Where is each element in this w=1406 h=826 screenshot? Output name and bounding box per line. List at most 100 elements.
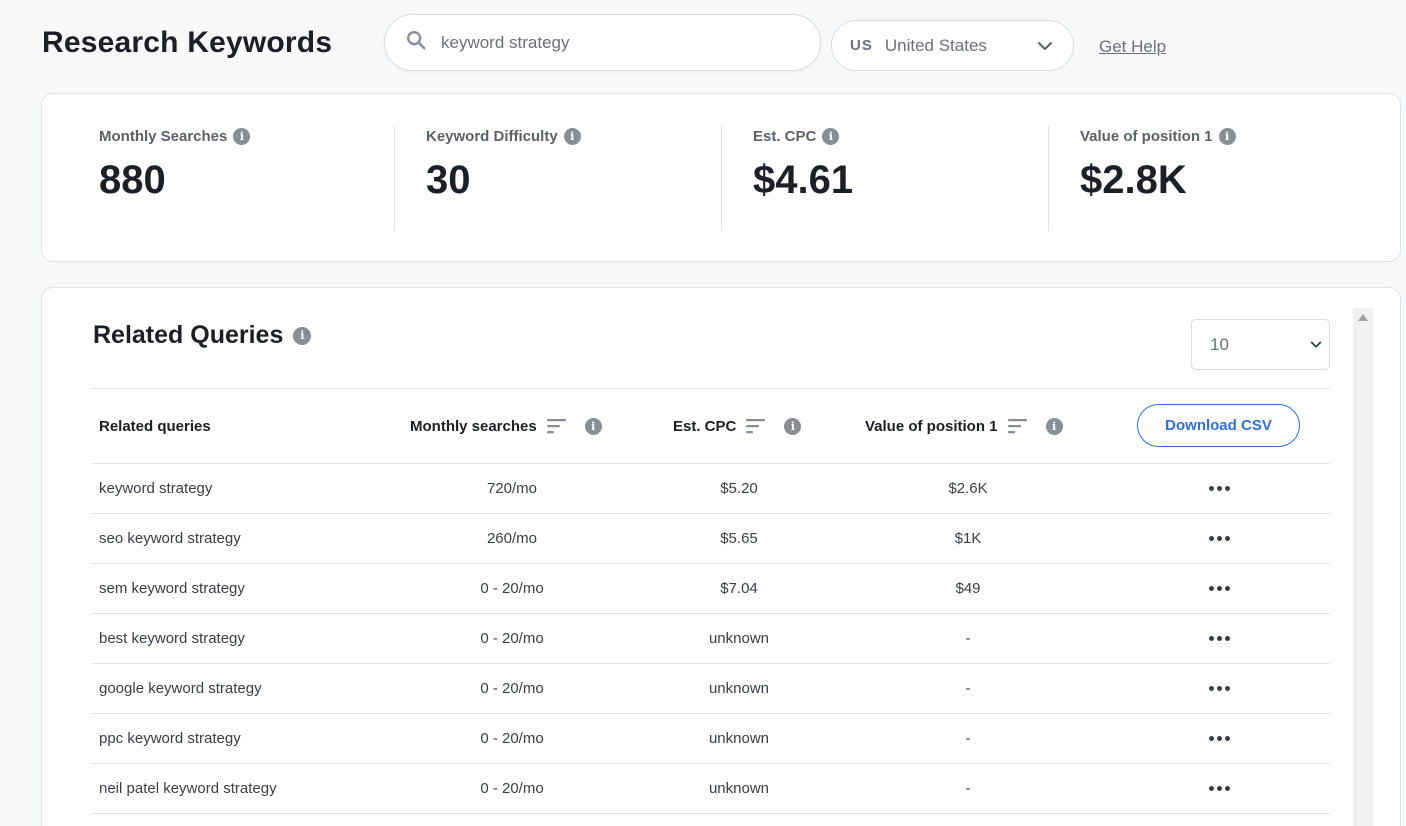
table-header: Related queries Monthly searches i Est. … [92,388,1330,464]
column-header-searches[interactable]: Monthly searches i [410,389,602,463]
column-header-query: Related queries [99,389,211,463]
cell-value: - [965,680,971,697]
table-row: best keyword strategy 0 - 20/mo unknown - [92,614,1330,664]
country-code: US [850,37,873,54]
sort-icon[interactable] [546,418,567,434]
table-row: seo keyword strategy 260/mo $5.65 $1K [92,514,1330,564]
metric-value: 30 [426,158,471,202]
divider [721,126,722,231]
more-dots-icon [1208,786,1230,791]
divider [394,126,395,231]
cell-searches: 260/mo [486,530,538,547]
info-icon[interactable]: i [1045,417,1063,435]
info-icon[interactable]: i [293,326,312,345]
cell-cpc: $5.20 [720,480,758,497]
metric-keyword-difficulty: Keyword Difficulty i 30 [426,126,581,231]
search-input[interactable] [441,32,781,53]
cell-query: google keyword strategy [99,680,262,697]
related-queries-table: Related queries Monthly searches i Est. … [92,388,1330,814]
cell-searches: 0 - 20/mo [480,680,544,697]
more-options-button[interactable] [1202,714,1236,763]
cell-cpc: $5.65 [720,530,758,547]
column-label: Monthly searches [410,417,537,435]
column-header-cpc[interactable]: Est. CPC i [673,389,802,463]
cell-value: $1K [954,530,982,547]
cell-query: best keyword strategy [99,630,245,647]
info-icon[interactable]: i [563,127,581,145]
more-dots-icon [1208,586,1230,591]
more-options-button[interactable] [1202,764,1236,813]
cell-searches: 0 - 20/mo [480,730,544,747]
metric-label: Value of position 1 [1080,127,1213,145]
metric-monthly-searches: Monthly Searches i 880 [99,126,251,231]
cell-searches: 0 - 20/mo [480,630,544,647]
more-options-button[interactable] [1202,614,1236,663]
scroll-up-arrow-icon[interactable] [1358,314,1368,321]
cell-value: - [965,630,971,647]
more-dots-icon [1208,736,1230,741]
cell-value: $49 [955,580,981,597]
cell-query: keyword strategy [99,480,213,497]
cell-query: seo keyword strategy [99,530,241,547]
cell-cpc: unknown [708,680,770,697]
cell-searches: 0 - 20/mo [480,580,544,597]
scrollbar[interactable] [1353,308,1373,826]
column-header-value[interactable]: Value of position 1 i [865,389,1063,463]
related-queries-card: Related Queries i 10 Related queries Mon… [41,287,1401,826]
section-title: Related Queries [93,321,284,349]
cell-value: - [965,780,971,797]
get-help-link[interactable]: Get Help [1099,37,1166,57]
metrics-card: Monthly Searches i 880 Keyword Difficulty… [41,93,1401,262]
table-body: keyword strategy 720/mo $5.20 $2.6K seo keyw… [92,464,1330,814]
page-title: Research Keywords [42,26,333,59]
column-label: Value of position 1 [865,417,998,435]
chevron-down-icon [1310,341,1322,348]
cell-query: ppc keyword strategy [99,730,241,747]
table-row: google keyword strategy 0 - 20/mo unknown - [92,664,1330,714]
more-dots-icon [1208,486,1230,491]
metric-value: $4.61 [753,158,854,202]
column-label: Est. CPC [673,417,737,435]
info-icon[interactable]: i [1218,127,1236,145]
divider [1048,126,1049,231]
page-size-select[interactable]: 10 [1191,319,1330,370]
country-name: United States [884,35,987,55]
info-icon[interactable]: i [233,127,251,145]
metric-value: 880 [99,158,166,202]
more-dots-icon [1208,686,1230,691]
cell-value: $2.6K [948,480,988,497]
cell-value: - [965,730,971,747]
more-options-button[interactable] [1202,514,1236,563]
table-row: sem keyword strategy 0 - 20/mo $7.04 $49 [92,564,1330,614]
info-icon[interactable]: i [584,417,602,435]
cell-cpc: unknown [708,780,770,797]
metric-value-position-1: Value of position 1 i $2.8K [1080,126,1236,231]
cell-query: sem keyword strategy [99,580,245,597]
table-row: neil patel keyword strategy 0 - 20/mo unkn… [92,764,1330,814]
table-row: keyword strategy 720/mo $5.20 $2.6K [92,464,1330,514]
page-size-value: 10 [1210,334,1229,354]
more-options-button[interactable] [1202,564,1236,613]
metric-value: $2.8K [1080,158,1187,202]
info-icon[interactable]: i [784,417,802,435]
more-dots-icon [1208,636,1230,641]
table-row: ppc keyword strategy 0 - 20/mo unknown - [92,714,1330,764]
cell-searches: 0 - 20/mo [480,780,544,797]
more-options-button[interactable] [1202,664,1236,713]
metric-est-cpc: Est. CPC i $4.61 [753,126,853,231]
metric-label: Monthly Searches [99,127,228,145]
download-csv-button[interactable]: Download CSV [1137,404,1300,447]
sort-icon[interactable] [746,418,766,434]
search-icon [405,29,427,56]
more-options-button[interactable] [1202,464,1236,513]
cell-cpc: $7.04 [720,580,758,597]
cell-searches: 720/mo [486,480,538,497]
country-select[interactable]: US United States [831,20,1074,71]
info-icon[interactable]: i [822,127,840,145]
sort-icon[interactable] [1007,418,1028,434]
cell-query: neil patel keyword strategy [99,780,277,797]
cell-cpc: unknown [708,630,770,647]
cell-cpc: unknown [708,730,770,747]
search-box[interactable] [384,14,821,71]
metric-label: Keyword Difficulty [426,127,558,145]
